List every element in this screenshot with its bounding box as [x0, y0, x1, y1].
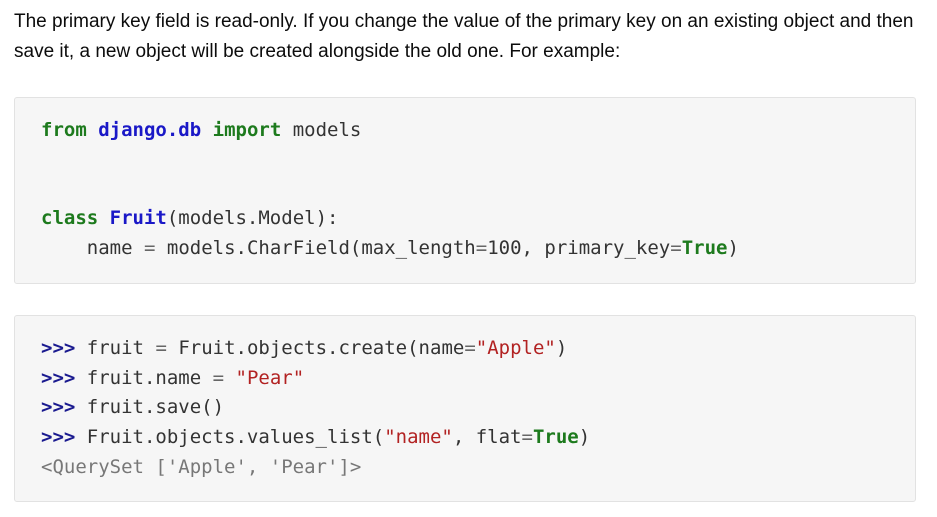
variable: fruit.name	[86, 367, 202, 389]
field-args: 100, primary_key	[487, 237, 671, 259]
argument: , flat	[452, 426, 522, 448]
operator-kwarg: =	[464, 337, 476, 359]
shell-line-create: >>> fruit = Fruit.objects.create(name="A…	[41, 336, 567, 360]
shell-prompt: >>>	[41, 367, 76, 389]
keyword-true: True	[681, 237, 728, 259]
module-name: django.db	[98, 119, 202, 141]
string-literal: "Apple"	[475, 337, 556, 359]
intro-paragraph: The primary key field is read-only. If y…	[14, 11, 914, 62]
operator-assign: =	[155, 337, 167, 359]
keyword-class: class	[41, 207, 99, 229]
keyword-true: True	[532, 426, 579, 448]
operator-kwarg: =	[521, 426, 533, 448]
method-call: Fruit.objects.values_list(	[86, 426, 385, 448]
shell-line-save: >>> fruit.save()	[41, 395, 224, 419]
keyword-import: import	[212, 119, 282, 141]
close-paren: )	[727, 237, 739, 259]
shell-prompt: >>>	[41, 337, 76, 359]
operator-assign: =	[143, 237, 156, 259]
operator-kwarg: =	[670, 237, 682, 259]
string-literal: "name"	[384, 426, 453, 448]
operator-kwarg: =	[475, 237, 488, 259]
code-line-import: from django.db import models	[41, 118, 361, 142]
string-literal: "Pear"	[235, 367, 305, 389]
variable: fruit	[86, 337, 144, 359]
operator-assign: =	[212, 367, 225, 389]
class-base: (models.Model):	[166, 207, 339, 229]
field-name: name	[86, 237, 133, 259]
method-call: fruit.save()	[86, 396, 225, 418]
shell-line-assign: >>> fruit.name = "Pear"	[41, 366, 304, 390]
close-paren: )	[555, 337, 568, 359]
close-paren: )	[578, 426, 591, 448]
code-line-field: name = models.CharField(max_length=100, …	[41, 236, 739, 260]
shell-prompt: >>>	[41, 396, 76, 418]
code-block-model: from django.db import models class Fruit…	[14, 97, 916, 284]
method-call: Fruit.objects.create(name	[178, 337, 465, 359]
import-name: models	[292, 119, 362, 141]
class-name: Fruit	[109, 207, 167, 229]
shell-output: <QuerySet ['Apple', 'Pear']>	[41, 456, 362, 478]
shell-line-values: >>> Fruit.objects.values_list("name", fl…	[41, 425, 590, 449]
keyword-from: from	[41, 119, 87, 141]
code-line-class: class Fruit(models.Model):	[41, 206, 338, 230]
shell-prompt: >>>	[41, 426, 76, 448]
field-call: models.CharField(max_length	[166, 237, 476, 259]
code-block-shell: >>> fruit = Fruit.objects.create(name="A…	[14, 315, 916, 502]
